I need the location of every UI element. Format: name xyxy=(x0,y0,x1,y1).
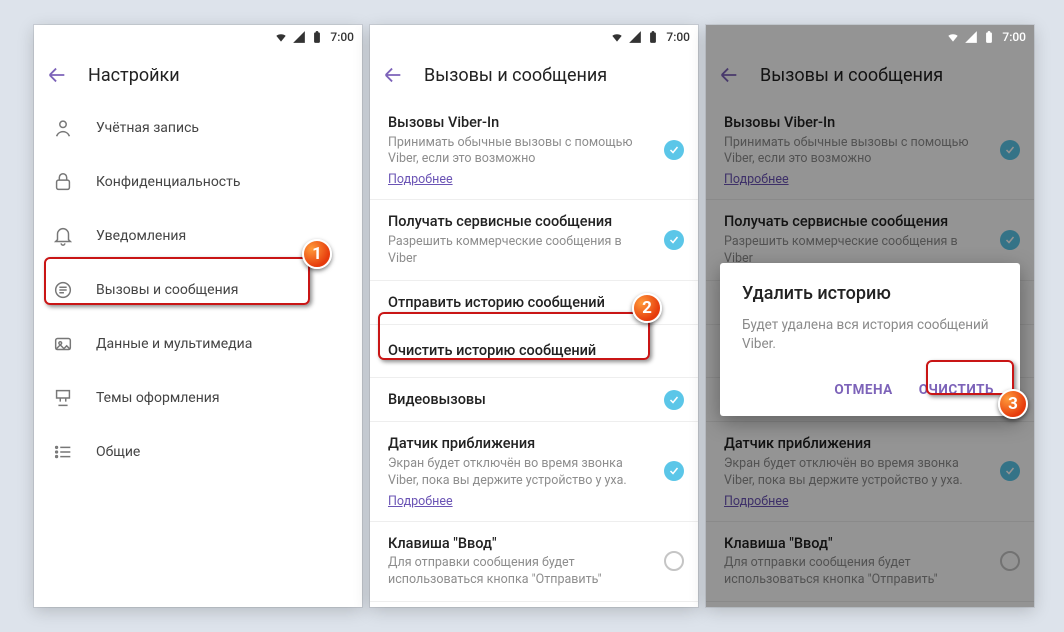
item-sub: Экран будет отключён во время звонка Vib… xyxy=(388,456,684,490)
app-bar: Настройки xyxy=(34,49,362,101)
item-viber-in[interactable]: Вызовы Viber-In Принимать обычные вызовы… xyxy=(370,101,698,200)
back-icon[interactable] xyxy=(46,64,68,86)
wifi-icon xyxy=(274,30,288,44)
media-icon xyxy=(52,333,74,355)
cancel-button[interactable]: ОТМЕНА xyxy=(830,376,896,404)
item-title: Датчик приближения xyxy=(388,434,684,454)
dialog-body: Будет удалена вся история сообщений Vibe… xyxy=(742,316,998,354)
more-link[interactable]: Подробнее xyxy=(388,494,453,509)
item-title: Клавиша "Ввод" xyxy=(388,534,684,554)
item-title: Вызовы Viber-In xyxy=(388,113,684,133)
brush-icon xyxy=(52,387,74,409)
settings-item-account[interactable]: Учётная запись xyxy=(34,101,362,155)
lock-icon xyxy=(52,171,74,193)
confirm-dialog: Удалить историю Будет удалена вся истори… xyxy=(720,263,1020,416)
phone-settings: 7:00 Настройки Учётная запись Конфиденци… xyxy=(34,25,362,607)
page-title: Вызовы и сообщения xyxy=(424,65,607,86)
signal-icon xyxy=(292,30,306,44)
dialog-title: Удалить историю xyxy=(742,283,998,304)
item-title: Видеовызовы xyxy=(388,390,684,410)
back-icon[interactable] xyxy=(382,64,404,86)
checkbox-on-icon[interactable] xyxy=(664,140,684,160)
clear-button[interactable]: ОЧИСТИТЬ xyxy=(915,376,998,404)
app-bar: Вызовы и сообщения xyxy=(370,49,698,101)
clock-text: 7:00 xyxy=(330,30,354,44)
settings-item-label: Общие xyxy=(96,444,140,460)
settings-item-general[interactable]: Общие xyxy=(34,425,362,479)
checkbox-on-icon[interactable] xyxy=(664,461,684,481)
settings-item-themes[interactable]: Темы оформления xyxy=(34,371,362,425)
more-link[interactable]: Подробнее xyxy=(388,172,453,187)
item-translate[interactable]: Перевод сообщений xyxy=(370,602,698,607)
list-icon xyxy=(52,441,74,463)
settings-item-label: Темы оформления xyxy=(96,390,220,406)
phone-dialog: 7:00 Вызовы и сообщения Вызовы Viber-In … xyxy=(706,25,1034,607)
item-sub: Разрешить коммерческие сообщения в Viber xyxy=(388,234,684,268)
settings-item-label: Конфиденциальность xyxy=(96,174,240,190)
status-bar: 7:00 xyxy=(34,25,362,49)
badge-2: 2 xyxy=(632,293,662,323)
item-enter-key[interactable]: Клавиша "Ввод" Для отправки сообщения бу… xyxy=(370,522,698,602)
item-title: Очистить историю сообщений xyxy=(388,341,684,361)
settings-item-calls-messages[interactable]: Вызовы и сообщения xyxy=(34,263,362,317)
item-sub: Для отправки сообщения будет использоват… xyxy=(388,555,684,589)
checkbox-on-icon[interactable] xyxy=(664,390,684,410)
status-bar: 7:00 xyxy=(370,25,698,49)
settings-item-label: Вызовы и сообщения xyxy=(96,282,238,298)
item-proximity[interactable]: Датчик приближения Экран будет отключён … xyxy=(370,422,698,521)
signal-icon xyxy=(628,30,642,44)
item-video-calls[interactable]: Видеовызовы xyxy=(370,378,698,423)
battery-icon xyxy=(982,30,996,44)
settings-item-data-media[interactable]: Данные и мультимедиа xyxy=(34,317,362,371)
battery-icon xyxy=(310,30,324,44)
settings-item-label: Уведомления xyxy=(96,228,186,244)
badge-1: 1 xyxy=(302,239,332,269)
page-title: Настройки xyxy=(88,65,180,86)
dialog-actions: ОТМЕНА ОЧИСТИТЬ xyxy=(742,376,998,404)
badge-3: 3 xyxy=(998,389,1028,419)
signal-icon xyxy=(964,30,978,44)
phone-calls-messages: 7:00 Вызовы и сообщения Вызовы Viber-In … xyxy=(370,25,698,607)
chat-icon xyxy=(52,279,74,301)
item-service-messages[interactable]: Получать сервисные сообщения Разрешить к… xyxy=(370,200,698,280)
settings-item-privacy[interactable]: Конфиденциальность xyxy=(34,155,362,209)
item-clear-history[interactable]: Очистить историю сообщений xyxy=(370,325,698,378)
clock-text: 7:00 xyxy=(666,30,690,44)
status-bar-overlay: 7:00 xyxy=(706,25,1034,49)
wifi-icon xyxy=(946,30,960,44)
item-sub: Принимать обычные вызовы с помощью Viber… xyxy=(388,135,684,169)
battery-icon xyxy=(646,30,660,44)
settings-item-label: Учётная запись xyxy=(96,120,199,136)
checkbox-on-icon[interactable] xyxy=(664,230,684,250)
checkbox-off-icon[interactable] xyxy=(664,551,684,571)
wifi-icon xyxy=(610,30,624,44)
bell-icon xyxy=(52,225,74,247)
item-title: Получать сервисные сообщения xyxy=(388,212,684,232)
account-icon xyxy=(52,117,74,139)
clock-text: 7:00 xyxy=(1002,30,1026,44)
settings-item-label: Данные и мультимедиа xyxy=(96,336,252,352)
